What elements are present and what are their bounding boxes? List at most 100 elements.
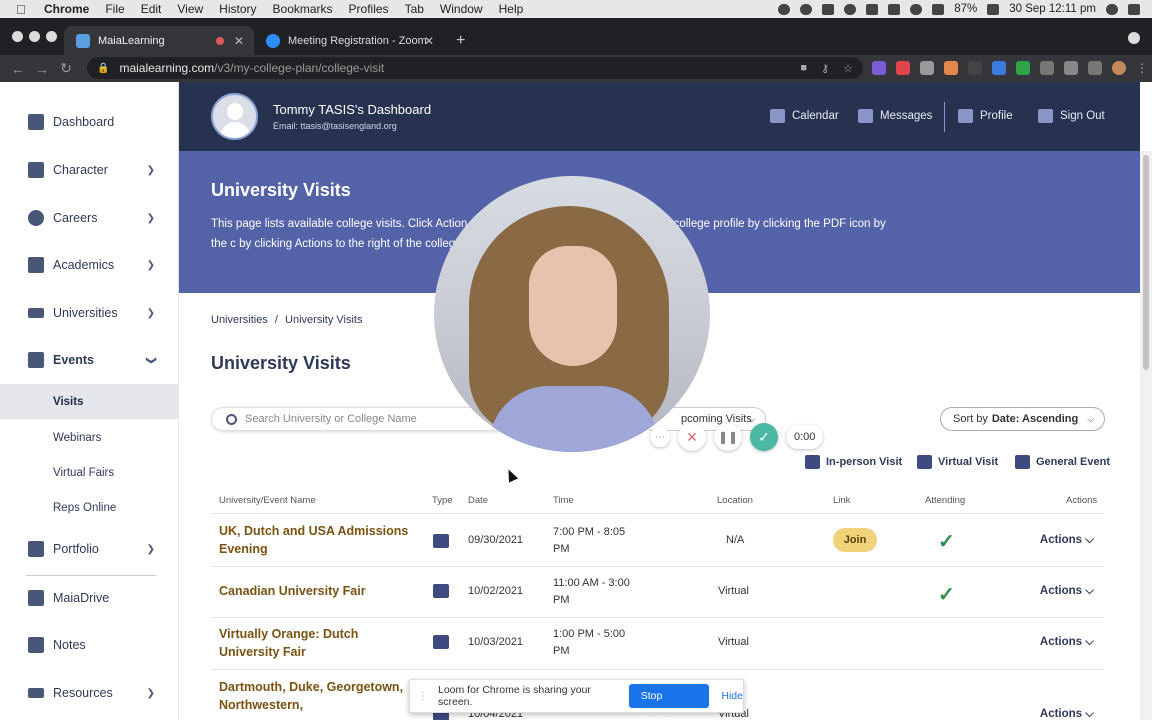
cancel-recording-button[interactable]: ✕ (678, 423, 706, 451)
column-header-attending[interactable]: Attending (925, 495, 965, 506)
column-header-time[interactable]: Time (553, 495, 574, 506)
puzzle-icon[interactable] (1064, 61, 1078, 75)
finish-recording-button[interactable]: ✓ (750, 423, 778, 451)
column-header-link[interactable]: Link (833, 495, 850, 506)
forward-arrow-icon[interactable]: → (30, 61, 54, 77)
column-header-name[interactable]: University/Event Name (219, 495, 316, 506)
mac-menu-bar:  Chrome File Edit View History Bookmark… (0, 0, 1152, 18)
control-center-icon[interactable] (1128, 3, 1140, 15)
extension-icon[interactable] (1016, 61, 1030, 75)
more-menu-icon[interactable]: ⋮ (1136, 61, 1148, 75)
reload-icon[interactable]: ↻ (54, 60, 78, 77)
address-bar[interactable]: 🔒 maialearning.com /v3/my-college-plan/c… (87, 57, 863, 79)
actions-dropdown[interactable]: Actions ⌵ (1040, 534, 1094, 547)
menu-help[interactable]: Help (499, 2, 524, 16)
window-zoom-button[interactable] (46, 31, 57, 42)
wifi-icon[interactable] (932, 3, 945, 15)
menu-profiles[interactable]: Profiles (349, 2, 389, 16)
sign-out-link[interactable]: Sign Out (1038, 109, 1105, 123)
profile-avatar[interactable] (1112, 61, 1126, 75)
tab-close-icon[interactable]: ✕ (424, 34, 434, 48)
extension-icon[interactable] (896, 61, 910, 75)
menu-edit[interactable]: Edit (141, 2, 162, 16)
extension-icon[interactable] (944, 61, 958, 75)
extension-icon[interactable] (1040, 61, 1054, 75)
back-arrow-icon[interactable]: ← (6, 61, 30, 77)
event-name[interactable]: UK, Dutch and USA Admissions Evening (219, 522, 419, 558)
sidebar-item-dashboard[interactable]: Dashboard (0, 102, 179, 142)
tab-zoom-registration[interactable]: Meeting Registration - Zoom ✕ (254, 26, 444, 55)
menu-window[interactable]: Window (440, 2, 483, 16)
extension-icon[interactable] (992, 61, 1006, 75)
event-name[interactable]: Canadian University Fair (219, 582, 419, 600)
menu-file[interactable]: File (105, 2, 124, 16)
actions-dropdown[interactable]: Actions ⌵ (1040, 636, 1094, 649)
sidebar-item-academics[interactable]: Academics ❯ (0, 245, 179, 285)
event-name[interactable]: Dartmouth, Duke, Georgetown, Northwester… (219, 678, 419, 714)
window-close-button[interactable] (12, 31, 23, 42)
airplay-icon[interactable] (888, 3, 901, 15)
sidebar-item-events[interactable]: Events ❯ (0, 340, 179, 380)
sidebar-item-character[interactable]: Character ❯ (0, 150, 179, 190)
actions-dropdown[interactable]: Actions ⌵ (1040, 708, 1094, 720)
tab-search-icon[interactable] (1128, 32, 1140, 44)
sidebar-item-webinars[interactable]: Webinars (0, 420, 179, 455)
skype-tray-icon[interactable] (866, 3, 879, 15)
clock[interactable]: 30 Sep 12:11 pm (1009, 3, 1096, 15)
stop-sharing-button[interactable]: Stop sharing (628, 684, 710, 720)
column-header-location[interactable]: Location (717, 495, 753, 506)
star-icon[interactable]: ☆ (843, 62, 853, 75)
sidebar-item-maiadrive[interactable]: MaiaDrive (0, 578, 179, 618)
menu-tab[interactable]: Tab (405, 2, 424, 16)
apple-icon[interactable]:  (16, 2, 30, 17)
battery-icon[interactable] (987, 3, 1000, 15)
record-tray-icon[interactable] (844, 3, 857, 15)
calendar-link[interactable]: Calendar (770, 109, 839, 123)
scrollbar-thumb[interactable] (1143, 155, 1149, 370)
actions-dropdown[interactable]: Actions ⌵ (1040, 585, 1094, 598)
column-header-type[interactable]: Type (432, 495, 453, 506)
drag-handle-icon[interactable]: ⋮ (418, 691, 428, 702)
sidebar-item-portfolio[interactable]: Portfolio ❯ (0, 529, 179, 569)
microphone-icon[interactable] (778, 3, 791, 15)
sidebar-item-resources[interactable]: Resources ❯ (0, 673, 179, 713)
zoom-tray-icon[interactable] (800, 3, 813, 15)
sort-select[interactable]: Sort by Date: Ascending ⌵ (940, 407, 1105, 431)
extension-icon[interactable] (920, 61, 934, 75)
window-minimize-button[interactable] (29, 31, 40, 42)
menu-bookmarks[interactable]: Bookmarks (273, 2, 333, 16)
avatar[interactable] (211, 93, 258, 140)
extension-icon[interactable] (872, 61, 886, 75)
spotlight-icon[interactable] (1106, 3, 1118, 15)
sidebar-item-visits[interactable]: Visits (0, 384, 179, 419)
sidebar-item-reps-online[interactable]: Reps Online (0, 490, 179, 525)
drive-tray-icon[interactable] (822, 3, 835, 15)
event-name[interactable]: Virtually Orange: Dutch University Fair (219, 625, 419, 661)
menu-app-name[interactable]: Chrome (44, 2, 89, 16)
tab-maialearning[interactable]: MaiaLearning ✕ (64, 26, 254, 55)
profile-link[interactable]: Profile (958, 109, 1013, 123)
key-icon[interactable]: ⚷ (821, 62, 829, 75)
loom-camera-bubble[interactable] (434, 176, 710, 452)
reading-list-icon[interactable] (1088, 61, 1102, 75)
sidebar-item-careers[interactable]: Careers ❯ (0, 198, 179, 238)
new-tab-button[interactable]: + (456, 32, 465, 50)
search-input[interactable]: Search University or College Name (211, 407, 511, 431)
menu-view[interactable]: View (177, 2, 203, 16)
extension-icon[interactable] (968, 61, 982, 75)
join-button[interactable]: Join (833, 528, 877, 552)
column-header-date[interactable]: Date (468, 495, 488, 506)
sidebar-item-universities[interactable]: Universities ❯ (0, 293, 179, 333)
more-options-icon[interactable]: ⋯ (650, 427, 670, 447)
pause-recording-button[interactable]: ❚❚ (714, 423, 742, 451)
lock-icon[interactable]: 🔒 (97, 63, 109, 74)
sidebar-item-notes[interactable]: Notes (0, 625, 179, 665)
messages-link[interactable]: Messages (858, 109, 932, 123)
menu-history[interactable]: History (219, 2, 256, 16)
breadcrumb-universities[interactable]: Universities (211, 314, 268, 326)
sidebar-item-virtual-fairs[interactable]: Virtual Fairs (0, 455, 179, 490)
tab-close-icon[interactable]: ✕ (234, 34, 244, 48)
user-tray-icon[interactable] (910, 3, 923, 15)
camera-icon[interactable]: ■ (800, 62, 807, 75)
hide-button[interactable]: Hide (721, 690, 743, 702)
